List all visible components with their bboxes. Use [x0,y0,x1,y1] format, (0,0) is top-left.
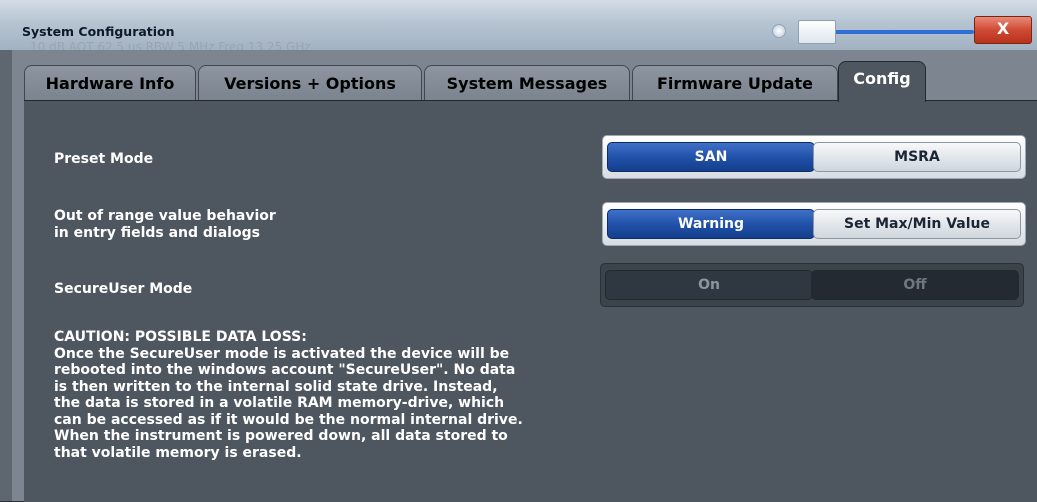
preset-mode-label: Preset Mode [54,151,154,167]
preset-san-button[interactable]: SAN [607,142,815,172]
config-panel: Preset Mode SAN MSRA Out of range value … [24,100,1037,502]
close-button[interactable]: X [974,16,1032,44]
secureuser-mode-label: SecureUser Mode [54,281,193,297]
tab-versions-options[interactable]: Versions + Options [198,65,422,102]
caution-text: CAUTION: POSSIBLE DATA LOSS: Once the Se… [54,329,523,461]
tab-config[interactable]: Config [838,61,926,102]
tab-bar: Hardware Info Versions + Options System … [24,61,1037,102]
out-of-range-label-line1: Out of range value behavior [54,208,276,224]
out-of-range-label-line2: in entry fields and dialogs [54,225,260,241]
tab-system-messages[interactable]: System Messages [424,65,630,102]
transparency-reset-icon[interactable] [772,24,786,38]
title-bar: 10 dB AQT 62.5 µs RBW 5 MHz Freq 13.25 G… [0,0,1037,50]
secureuser-toggle: On Off [600,263,1024,307]
secureuser-off-button[interactable]: Off [811,270,1019,300]
secureuser-on-button[interactable]: On [605,270,813,300]
left-edge [0,50,12,501]
set-max-min-button[interactable]: Set Max/Min Value [813,209,1021,239]
preset-mode-toggle: SAN MSRA [602,135,1026,179]
slider-thumb[interactable] [798,20,836,44]
out-of-range-toggle: Warning Set Max/Min Value [602,202,1026,246]
warning-button[interactable]: Warning [607,209,815,239]
window-title: System Configuration [22,24,175,39]
transparency-slider[interactable] [794,20,974,44]
tab-hardware-info[interactable]: Hardware Info [24,65,196,102]
tab-firmware-update[interactable]: Firmware Update [632,65,838,102]
background-status-text: 10 dB AQT 62.5 µs RBW 5 MHz Freq 13.25 G… [30,40,311,50]
preset-msra-button[interactable]: MSRA [813,142,1021,172]
slider-track [830,30,974,34]
